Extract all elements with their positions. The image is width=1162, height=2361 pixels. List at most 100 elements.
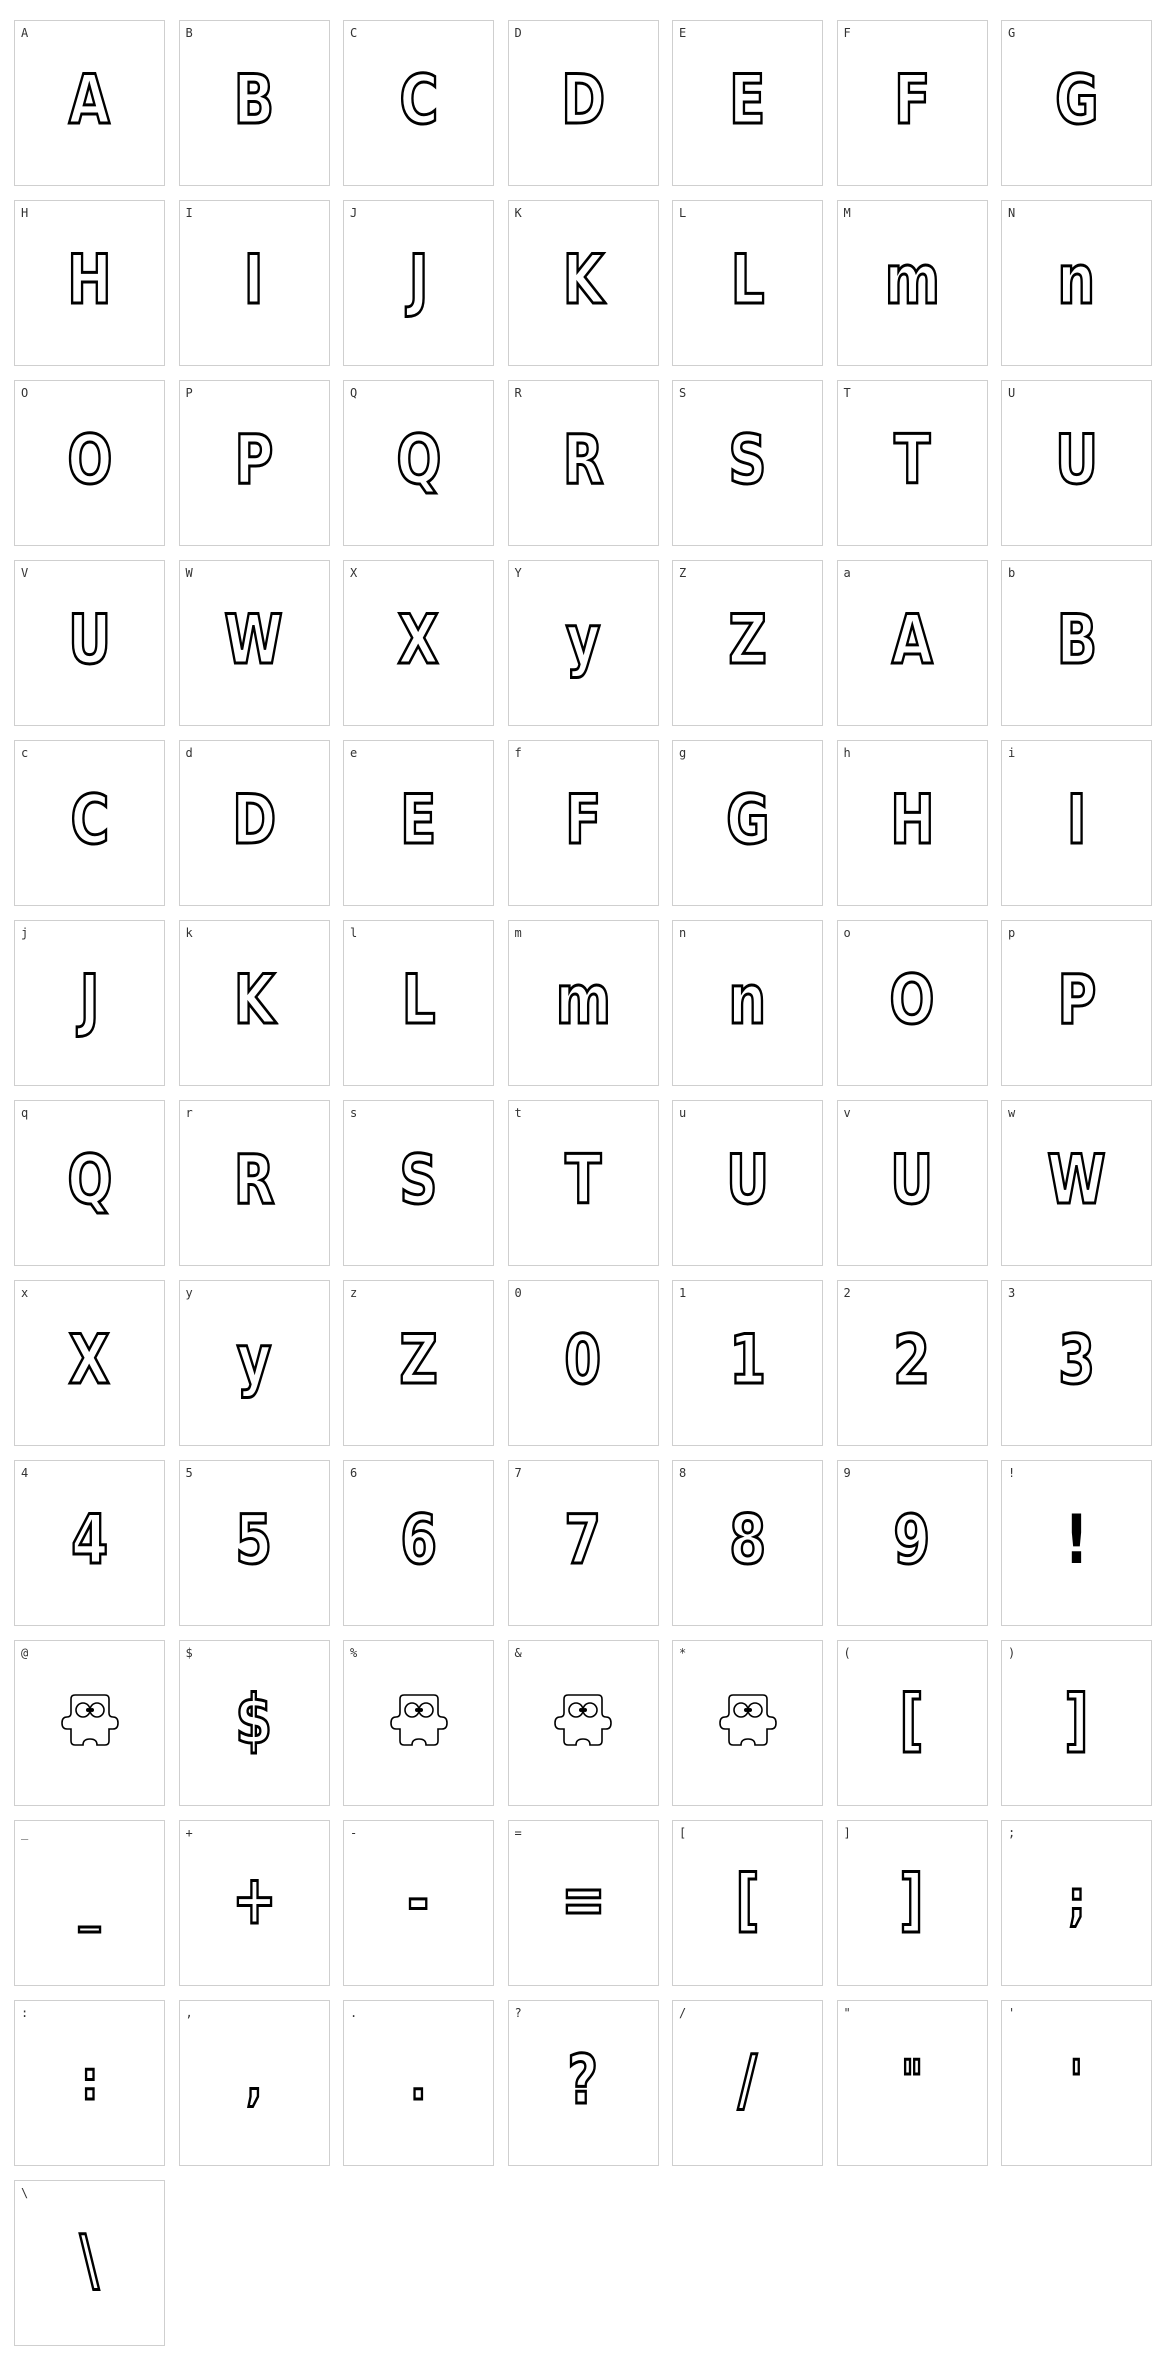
glyph-preview: A [838, 601, 987, 681]
glyph-character: 9 [892, 1501, 931, 1580]
glyph-cell: / / [672, 2000, 823, 2166]
glyph-character: C [69, 781, 110, 860]
glyph-label: H [21, 206, 29, 220]
glyph-cell: .. [343, 2000, 494, 2166]
glyph-label: ; [1008, 1826, 1016, 1840]
glyph-cell: * [672, 1640, 823, 1806]
monster-icon [718, 1694, 777, 1746]
glyph-label: R [514, 386, 522, 400]
glyph-preview: n [1002, 241, 1151, 321]
glyph-preview: D [180, 781, 329, 861]
glyph-character: F [564, 781, 603, 860]
glyph-character: $ [234, 1681, 273, 1760]
glyph-label: e [350, 746, 358, 760]
glyph-character: , [245, 2049, 263, 2112]
glyph-character: X [397, 601, 440, 680]
glyph-character: ] [1063, 1681, 1090, 1760]
glyph-preview: K [509, 241, 658, 321]
glyph-preview [15, 1681, 164, 1761]
glyph-cell: DD [507, 20, 659, 186]
glyph-preview: S [344, 1141, 493, 1221]
monster-icon [389, 1694, 448, 1746]
glyph-cell: jJ [14, 920, 165, 1086]
glyph-character: W [224, 601, 285, 680]
glyph-cell: ' ' [1001, 2000, 1152, 2166]
glyph-preview: L [344, 961, 493, 1041]
glyph-character: U [67, 601, 112, 680]
monster-icon [60, 1694, 119, 1746]
glyph-character: X [68, 1321, 111, 1400]
glyph-cell: CC [343, 20, 494, 186]
glyph-character: B [233, 61, 276, 140]
glyph-preview: 8 [673, 1501, 822, 1581]
glyph-preview: $ [180, 1681, 329, 1761]
glyph-label: a [843, 566, 851, 580]
glyph-character: + [231, 1861, 278, 1940]
glyph-cell: 99 [836, 1460, 988, 1626]
glyph-preview: T [509, 1141, 658, 1221]
glyph-preview: - [344, 1861, 493, 1941]
glyph-character: D [560, 61, 606, 140]
glyph-preview: 1 [673, 1321, 822, 1401]
glyph-cell: KK [507, 200, 659, 366]
glyph-label: % [350, 1646, 358, 1660]
glyph-label: 0 [514, 1286, 522, 1300]
glyph-label: P [185, 386, 193, 400]
glyph-character: S [727, 421, 768, 500]
glyph-preview: H [838, 781, 987, 861]
glyph-label: n [679, 926, 687, 940]
glyph-character: K [232, 961, 275, 1040]
glyph-character: y [565, 601, 602, 680]
glyph-label: I [185, 206, 193, 220]
glyph-cell: mm [507, 920, 659, 1086]
glyph-character: 7 [563, 1501, 602, 1580]
glyph-character: Z [398, 1321, 439, 1400]
glyph-cell: bB [1001, 560, 1152, 726]
glyph-cell: nn [672, 920, 823, 1086]
glyph-character: L [729, 241, 765, 320]
glyph-character: ; [1067, 1869, 1086, 1932]
glyph-character: O [66, 421, 113, 500]
glyph-cell: 44 [14, 1460, 165, 1626]
glyph-preview: 3 [1002, 1321, 1151, 1401]
glyph-character: ] [899, 1861, 926, 1940]
glyph-preview: 0 [509, 1321, 658, 1401]
glyph-preview: J [344, 241, 493, 321]
glyph-cell: SS [672, 380, 823, 546]
glyph-character: / [737, 2041, 759, 2120]
glyph-cell: ([ [836, 1640, 988, 1806]
glyph-cell: FF [836, 20, 988, 186]
glyph-cell: )] [1001, 1640, 1152, 1806]
glyph-label: z [350, 1286, 358, 1300]
glyph-cell: sS [343, 1100, 494, 1266]
glyph-label: s [350, 1106, 358, 1120]
glyph-preview: _ [15, 1861, 164, 1941]
glyph-character: _ [78, 1869, 101, 1932]
glyph-label: ( [843, 1646, 851, 1660]
glyph-label: t [514, 1106, 522, 1120]
glyph-label: 4 [21, 1466, 29, 1480]
glyph-label: L [679, 206, 687, 220]
glyph-label: 5 [185, 1466, 193, 1480]
glyph-preview: T [838, 421, 987, 501]
glyph-character: P [1056, 961, 1097, 1040]
glyph-cell: & [507, 1640, 659, 1806]
glyph-label: ) [1008, 1646, 1016, 1660]
glyph-preview: A [15, 61, 164, 141]
glyph-preview: P [1002, 961, 1151, 1041]
glyph-character: \ [79, 2221, 101, 2300]
glyph-character: P [233, 421, 274, 500]
glyph-cell: uU [672, 1100, 823, 1266]
glyph-label: _ [21, 1826, 29, 1840]
glyph-preview: S [673, 421, 822, 501]
glyph-cell: vU [836, 1100, 988, 1266]
glyph-cell: VU [14, 560, 165, 726]
glyph-character: 4 [70, 1501, 109, 1580]
glyph-preview: : [15, 2041, 164, 2121]
glyph-preview: U [1002, 421, 1151, 501]
glyph-cell: fF [507, 740, 659, 906]
glyph-character: J [407, 241, 429, 320]
glyph-preview: ] [1002, 1681, 1151, 1761]
glyph-label: F [843, 26, 851, 40]
glyph-preview: y [180, 1321, 329, 1401]
